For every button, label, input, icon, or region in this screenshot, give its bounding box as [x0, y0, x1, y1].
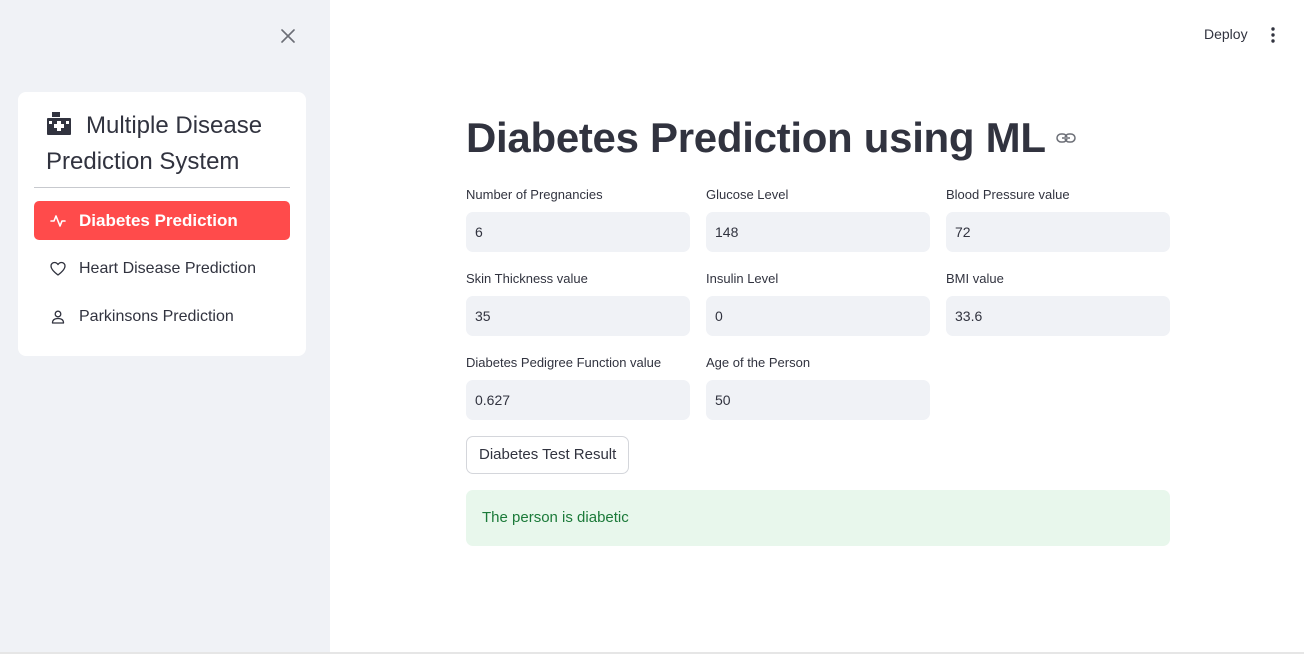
heart-icon [50, 261, 66, 277]
skin-thickness-field: Skin Thickness value 35 [466, 270, 690, 336]
field-label: Age of the Person [706, 355, 811, 370]
kebab-menu-icon [1271, 27, 1275, 43]
field-label: Insulin Level [706, 271, 779, 286]
deploy-button[interactable]: Deploy [1196, 24, 1256, 46]
close-sidebar-button[interactable] [278, 26, 298, 46]
insulin-field: Insulin Level 0 [706, 270, 930, 336]
page-title: Diabetes Prediction using ML [466, 114, 1076, 162]
field-label: Glucose Level [706, 187, 789, 202]
age-input[interactable]: 50 [706, 380, 930, 420]
skin-thickness-input[interactable]: 35 [466, 296, 690, 336]
sidebar-item-label: Diabetes Prediction [79, 210, 238, 230]
option-menu: Multiple Disease Prediction System Diabe… [18, 92, 306, 356]
menu-divider [34, 187, 290, 188]
sidebar-item-diabetes-prediction[interactable]: Diabetes Prediction [34, 201, 290, 240]
sidebar-item-parkinsons-prediction[interactable]: Parkinsons Prediction [34, 297, 290, 336]
result-success-alert: The person is diabetic [466, 490, 1170, 546]
main-menu-button[interactable] [1262, 24, 1284, 46]
bmi-input[interactable]: 33.6 [946, 296, 1170, 336]
field-label: Skin Thickness value [466, 271, 588, 286]
close-icon [281, 29, 295, 43]
field-label: BMI value [946, 271, 1004, 286]
page-title-text: Diabetes Prediction using ML [466, 114, 1046, 161]
glucose-input[interactable]: 148 [706, 212, 930, 252]
pedigree-field: Diabetes Pedigree Function value 0.627 [466, 354, 690, 420]
field-label: Diabetes Pedigree Function value [466, 355, 662, 370]
age-field: Age of the Person 50 [706, 354, 930, 420]
field-label: Number of Pregnancies [466, 187, 603, 202]
pregnancies-input[interactable]: 6 [466, 212, 690, 252]
menu-title: Multiple Disease Prediction System [46, 108, 286, 180]
pregnancies-field: Number of Pregnancies 6 [466, 186, 690, 252]
sidebar: Multiple Disease Prediction System Diabe… [0, 0, 330, 654]
blood-pressure-input[interactable]: 72 [946, 212, 1170, 252]
anchor-link-icon[interactable] [1055, 128, 1076, 148]
sidebar-item-label: Heart Disease Prediction [79, 259, 256, 277]
hospital-icon [46, 110, 72, 136]
diabetes-test-result-button[interactable]: Diabetes Test Result [466, 436, 630, 474]
sidebar-item-heart-disease-prediction[interactable]: Heart Disease Prediction [34, 249, 290, 288]
insulin-input[interactable]: 0 [706, 296, 930, 336]
pedigree-input[interactable]: 0.627 [466, 380, 690, 420]
blood-pressure-field: Blood Pressure value 72 [946, 186, 1170, 252]
glucose-field: Glucose Level 148 [706, 186, 930, 252]
sidebar-item-label: Parkinsons Prediction [79, 307, 234, 325]
bmi-field: BMI value 33.6 [946, 270, 1170, 336]
field-label: Blood Pressure value [946, 187, 1070, 202]
activity-icon [50, 213, 66, 229]
person-icon [50, 309, 66, 325]
menu-title-text: Multiple Disease Prediction System [46, 112, 263, 175]
